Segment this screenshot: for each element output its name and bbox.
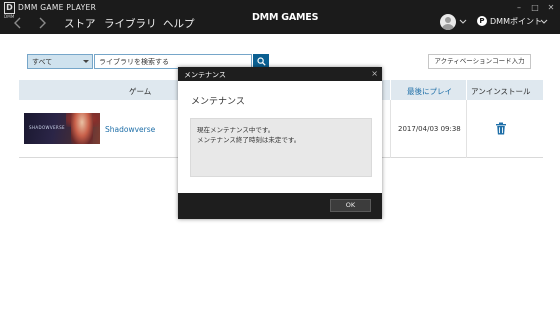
game-thumbnail[interactable]: SHADOWVERSE: [24, 113, 100, 144]
window-title: DMM GAME PLAYER: [18, 3, 97, 12]
thumbnail-logo-text: SHADOWVERSE: [29, 125, 65, 130]
search-icon: [256, 57, 266, 66]
tab-store[interactable]: ストア: [64, 16, 96, 31]
dialog-message-box: 現在メンテナンス中です。 メンテナンス終了時刻は未定です。: [190, 118, 372, 177]
dmm-points-menu[interactable]: DMMポイント: [490, 16, 542, 27]
back-button[interactable]: [11, 16, 25, 30]
dialog-message-line: メンテナンス終了時刻は未定です。: [197, 136, 301, 144]
trash-icon[interactable]: [495, 122, 507, 135]
points-icon: P: [477, 16, 487, 26]
dialog-footer: OK: [178, 193, 382, 219]
column-header-last-played[interactable]: 最後にプレイ: [407, 86, 452, 97]
game-name-link[interactable]: Shadowverse: [105, 125, 155, 134]
column-divider: [390, 100, 391, 158]
dialog-heading: メンテナンス: [191, 97, 245, 107]
column-header-game[interactable]: ゲーム: [129, 86, 151, 97]
dialog-close-button[interactable]: ×: [371, 68, 378, 80]
dialog-message-line: 現在メンテナンス中です。: [197, 126, 275, 134]
tab-help[interactable]: ヘルプ: [163, 16, 195, 31]
maintenance-dialog: メンテナンス × メンテナンス 現在メンテナンス中です。 メンテナンス終了時刻は…: [178, 67, 382, 219]
column-divider: [466, 100, 467, 158]
filter-select[interactable]: すべて: [27, 54, 93, 69]
column-divider: [466, 80, 467, 100]
dialog-title: メンテナンス: [184, 71, 226, 79]
app-header: D DMM DMM GAME PLAYER – □ ✕ ストア ライブラリ ヘル…: [0, 0, 560, 34]
activation-code-button[interactable]: アクティベーションコード入力: [428, 54, 531, 69]
tab-library[interactable]: ライブラリ: [104, 16, 157, 31]
dialog-header: メンテナンス ×: [178, 67, 382, 81]
chevron-right-icon: [39, 17, 46, 29]
chevron-down-icon[interactable]: [540, 19, 548, 25]
main-nav: ストア ライブラリ ヘルプ DMM GAMES P DMMポイント: [0, 12, 560, 34]
column-header-uninstall: アンインストール: [471, 87, 531, 96]
filter-select-value: すべて: [32, 58, 53, 66]
forward-button[interactable]: [35, 16, 49, 30]
ok-button[interactable]: OK: [330, 199, 371, 212]
chevron-down-icon[interactable]: [459, 19, 467, 25]
chevron-left-icon: [14, 17, 21, 29]
caret-down-icon: [83, 60, 89, 63]
column-divider: [390, 80, 391, 100]
dmm-games-logo[interactable]: DMM GAMES: [252, 12, 318, 23]
last-played-value: 2017/04/03 09:38: [398, 125, 461, 133]
user-avatar-icon[interactable]: [440, 14, 456, 30]
